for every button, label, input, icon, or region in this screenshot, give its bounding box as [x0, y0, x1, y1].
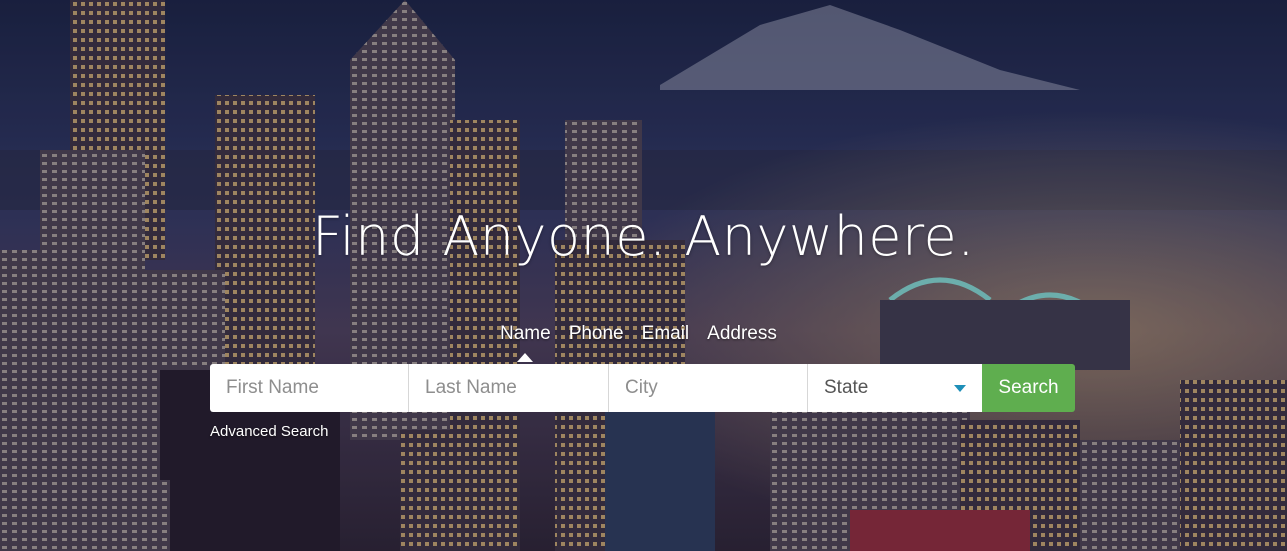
state-select-value: State [824, 377, 869, 398]
hero-section: Find Anyone. Anywhere. Name Phone Email … [0, 0, 1287, 551]
tab-email[interactable]: Email [642, 323, 690, 345]
dark-overlay [0, 0, 1287, 551]
tab-phone[interactable]: Phone [569, 323, 624, 345]
search-bar: State Search [210, 364, 1075, 412]
search-type-tabs: Name Phone Email Address [500, 323, 777, 362]
hero-headline: Find Anyone. Anywhere. [312, 205, 975, 268]
last-name-input[interactable] [409, 364, 609, 412]
caret-down-icon [954, 384, 966, 392]
city-input[interactable] [609, 364, 808, 412]
state-select[interactable]: State [808, 364, 982, 412]
first-name-input[interactable] [210, 364, 409, 412]
advanced-search-link[interactable]: Advanced Search [210, 423, 328, 440]
tab-name[interactable]: Name [500, 323, 551, 362]
search-button[interactable]: Search [982, 364, 1075, 412]
tab-address[interactable]: Address [707, 323, 777, 345]
